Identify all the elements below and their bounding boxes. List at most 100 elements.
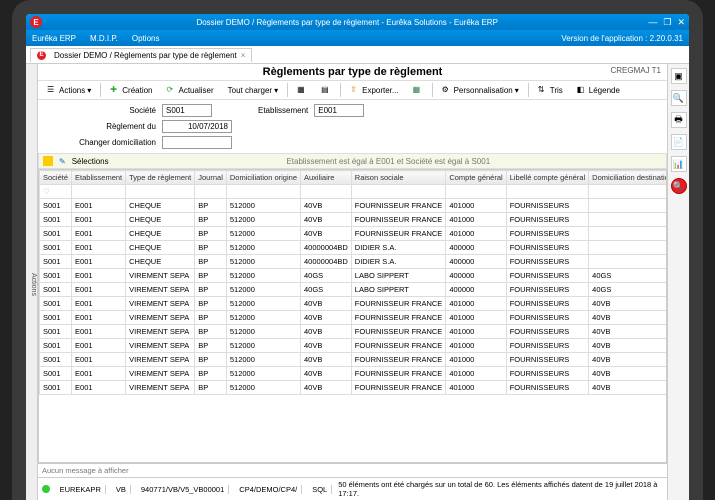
societe-label: Société xyxy=(46,106,156,115)
cell: 40VB xyxy=(301,227,352,241)
actions-button[interactable]: ☰Actions▾ xyxy=(42,83,96,97)
cell: E001 xyxy=(72,255,126,269)
excel-button[interactable]: ▦ xyxy=(408,83,428,97)
cell: FOURNISSEUR FRANCE xyxy=(351,367,446,381)
tris-button[interactable]: ⇅Tris xyxy=(533,83,568,97)
table-row[interactable]: S001E001VIREMENT SEPABP51200040VBFOURNIS… xyxy=(40,325,668,339)
cell: FOURNISSEURS xyxy=(506,297,588,311)
table-row[interactable]: S001E001VIREMENT SEPABP51200040VBFOURNIS… xyxy=(40,381,668,395)
societe-input[interactable] xyxy=(162,104,212,117)
col-header[interactable]: Type de règlement xyxy=(126,171,195,185)
gear-icon: ⚙ xyxy=(442,85,452,95)
reglement-input[interactable] xyxy=(162,120,232,133)
col-header[interactable]: Auxiliaire xyxy=(301,171,352,185)
tool-search-folder-icon[interactable]: 🔍 xyxy=(671,90,687,106)
cell: S001 xyxy=(40,255,72,269)
cell: 512000 xyxy=(226,381,300,395)
cell: 512000 xyxy=(226,241,300,255)
col-header[interactable]: Société xyxy=(40,171,72,185)
filter-cell[interactable] xyxy=(589,185,667,199)
filter-cell[interactable]: ♡ xyxy=(40,185,72,199)
cell: 512000 xyxy=(226,199,300,213)
cell: BP xyxy=(195,213,227,227)
menu-mdip[interactable]: M.D.I.P. xyxy=(90,34,118,43)
cell: FOURNISSEUR FRANCE xyxy=(351,311,446,325)
cell: 401000 xyxy=(446,353,506,367)
cell: 40000004BD xyxy=(301,255,352,269)
col-header[interactable]: Etablissement xyxy=(72,171,126,185)
table-row[interactable]: S001E001VIREMENT SEPABP51200040GSLABO SI… xyxy=(40,269,668,283)
exporter-button[interactable]: ⇪Exporter... xyxy=(345,83,403,97)
filter-cell[interactable] xyxy=(506,185,588,199)
tab-reglements[interactable]: E Dossier DEMO / Règlements par type de … xyxy=(30,48,252,62)
tab-close-icon[interactable]: × xyxy=(241,51,246,60)
etab-input[interactable] xyxy=(314,104,364,117)
table-row[interactable]: S001E001VIREMENT SEPABP51200040VBFOURNIS… xyxy=(40,353,668,367)
col-header[interactable]: Libellé compte général xyxy=(506,171,588,185)
cell: DIDIER S.A. xyxy=(351,255,446,269)
personnalisation-button[interactable]: ⚙Personnalisation▾ xyxy=(437,83,524,97)
cell: VIREMENT SEPA xyxy=(126,325,195,339)
pencil-icon[interactable]: ✎ xyxy=(59,157,66,166)
tool-button-2[interactable]: ▤ xyxy=(316,83,336,97)
filter-cell[interactable] xyxy=(126,185,195,199)
page-title: Règlements par type de règlement xyxy=(263,66,443,78)
tool-export-icon[interactable]: 📊 xyxy=(671,156,687,172)
table-row[interactable]: S001E001VIREMENT SEPABP51200040VBFOURNIS… xyxy=(40,367,668,381)
cell: BP xyxy=(195,381,227,395)
tool-search-red-icon[interactable]: 🔍 xyxy=(671,178,687,194)
tool-print-icon[interactable]: 🖶 xyxy=(671,112,687,128)
filter-cell[interactable] xyxy=(72,185,126,199)
cell: E001 xyxy=(72,241,126,255)
table-row[interactable]: S001E001VIREMENT SEPABP51200040GSLABO SI… xyxy=(40,283,668,297)
creation-button[interactable]: ✚Création xyxy=(105,83,157,97)
menu-options[interactable]: Options xyxy=(132,34,160,43)
cell: 40VB xyxy=(589,325,667,339)
legende-button[interactable]: ◧Légende xyxy=(572,83,625,97)
table-row[interactable]: S001E001VIREMENT SEPABP51200040VBFOURNIS… xyxy=(40,311,668,325)
col-header[interactable]: Domiciliation destination xyxy=(589,171,667,185)
menubar: Eurêka ERP M.D.I.P. Options Version de l… xyxy=(26,30,689,46)
cell: E001 xyxy=(72,311,126,325)
filter-cell[interactable] xyxy=(446,185,506,199)
selection-label[interactable]: Sélections xyxy=(72,157,109,166)
filter-cell[interactable] xyxy=(301,185,352,199)
minimize-button[interactable]: — xyxy=(648,17,657,28)
table-row[interactable]: S001E001CHEQUEBP51200040VBFOURNISSEUR FR… xyxy=(40,199,668,213)
table-row[interactable]: S001E001CHEQUEBP51200040000004BDDIDIER S… xyxy=(40,255,668,269)
filter-cell[interactable] xyxy=(195,185,227,199)
filter-cell[interactable] xyxy=(351,185,446,199)
tout-charger-button[interactable]: Tout charger▾ xyxy=(223,84,283,97)
col-header[interactable]: Journal xyxy=(195,171,227,185)
cell: E001 xyxy=(72,269,126,283)
cell: FOURNISSEURS xyxy=(506,339,588,353)
tool-button-1[interactable]: ▦ xyxy=(292,83,312,97)
close-button[interactable]: ✕ xyxy=(677,17,685,28)
table-row[interactable]: S001E001CHEQUEBP51200040VBFOURNISSEUR FR… xyxy=(40,227,668,241)
cell: 40VB xyxy=(301,381,352,395)
filter-cell[interactable] xyxy=(226,185,300,199)
footer: EUREKAPR VB 940771/VB/V5_VB00001 CP4/DEM… xyxy=(38,477,667,500)
table-row[interactable]: S001E001CHEQUEBP51200040000004BDDIDIER S… xyxy=(40,241,668,255)
side-tab-actions[interactable]: Actions xyxy=(26,64,38,500)
tool-doc-icon[interactable]: 📄 xyxy=(671,134,687,150)
restore-button[interactable]: ❐ xyxy=(663,17,671,28)
cell: FOURNISSEUR FRANCE xyxy=(351,381,446,395)
tool-console-icon[interactable]: ▣ xyxy=(671,68,687,84)
menu-eureka[interactable]: Eurêka ERP xyxy=(32,34,76,43)
cell: 40VB xyxy=(589,353,667,367)
changer-input[interactable] xyxy=(162,136,232,149)
data-grid[interactable]: SociétéEtablissementType de règlementJou… xyxy=(38,169,667,463)
table-row[interactable]: S001E001VIREMENT SEPABP51200040VBFOURNIS… xyxy=(40,297,668,311)
cell: DIDIER S.A. xyxy=(351,241,446,255)
cell: 401000 xyxy=(446,339,506,353)
col-header[interactable]: Compte général xyxy=(446,171,506,185)
table-row[interactable]: S001E001CHEQUEBP51200040VBFOURNISSEUR FR… xyxy=(40,213,668,227)
table-row[interactable]: S001E001VIREMENT SEPABP51200040VBFOURNIS… xyxy=(40,339,668,353)
col-header[interactable]: Domiciliation origine xyxy=(226,171,300,185)
legend-icon: ◧ xyxy=(577,85,587,95)
actualiser-button[interactable]: ⟳Actualiser xyxy=(162,83,219,97)
col-header[interactable]: Raison sociale xyxy=(351,171,446,185)
cell: BP xyxy=(195,269,227,283)
cell: E001 xyxy=(72,283,126,297)
